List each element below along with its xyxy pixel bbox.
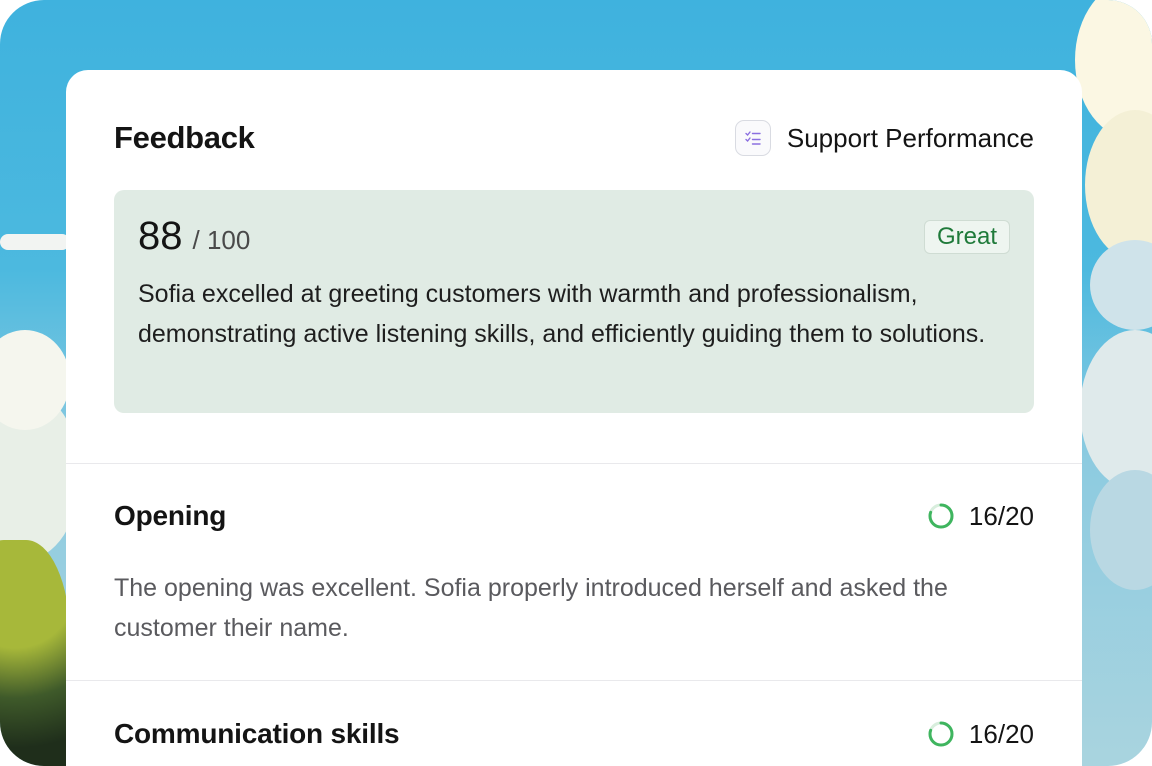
feedback-card: Feedback Support Performance 88 / 100 Gr… bbox=[66, 70, 1082, 766]
cloud-decoration bbox=[1080, 330, 1152, 490]
rating-value: 16/20 bbox=[968, 718, 1034, 749]
section-opening-header[interactable]: Opening 16/20 bbox=[114, 496, 1034, 536]
category-tag: Support Performance bbox=[734, 120, 1034, 156]
section-title: Communication skills bbox=[114, 718, 400, 749]
score-line: 88 / 100 bbox=[138, 214, 250, 259]
divider bbox=[66, 680, 1082, 681]
card-header: Feedback Support Performance bbox=[114, 116, 1034, 160]
section-rating: 16/20 bbox=[927, 719, 1034, 750]
cloud-decoration bbox=[0, 234, 70, 250]
cloud-decoration bbox=[1085, 110, 1152, 260]
section-description: The opening was excellent. Sofia properl… bbox=[114, 574, 948, 642]
score-summary: 88 / 100 Great Sofia excelled at greetin… bbox=[114, 190, 1034, 413]
section-rating: 16/20 bbox=[927, 501, 1034, 532]
category-label: Support Performance bbox=[786, 122, 1034, 153]
status-badge: Great bbox=[923, 220, 1010, 254]
progress-ring-icon bbox=[928, 721, 954, 747]
background-scenery: Feedback Support Performance 88 / 100 Gr… bbox=[0, 0, 1152, 766]
section-title: Opening bbox=[114, 500, 227, 531]
score-value: 88 bbox=[138, 214, 183, 258]
divider bbox=[66, 463, 1082, 464]
progress-ring-icon bbox=[928, 503, 954, 529]
checklist-icon bbox=[734, 120, 771, 156]
tree-decoration bbox=[0, 540, 70, 766]
cloud-decoration bbox=[1090, 240, 1152, 330]
score-max: / 100 bbox=[192, 225, 251, 255]
page-title: Feedback bbox=[114, 120, 255, 155]
rating-value: 16/20 bbox=[968, 500, 1034, 531]
cloud-decoration bbox=[1090, 470, 1152, 590]
score-summary-text: Sofia excelled at greeting customers wit… bbox=[138, 280, 986, 348]
section-communication-header[interactable]: Communication skills 16/20 bbox=[114, 714, 1034, 754]
